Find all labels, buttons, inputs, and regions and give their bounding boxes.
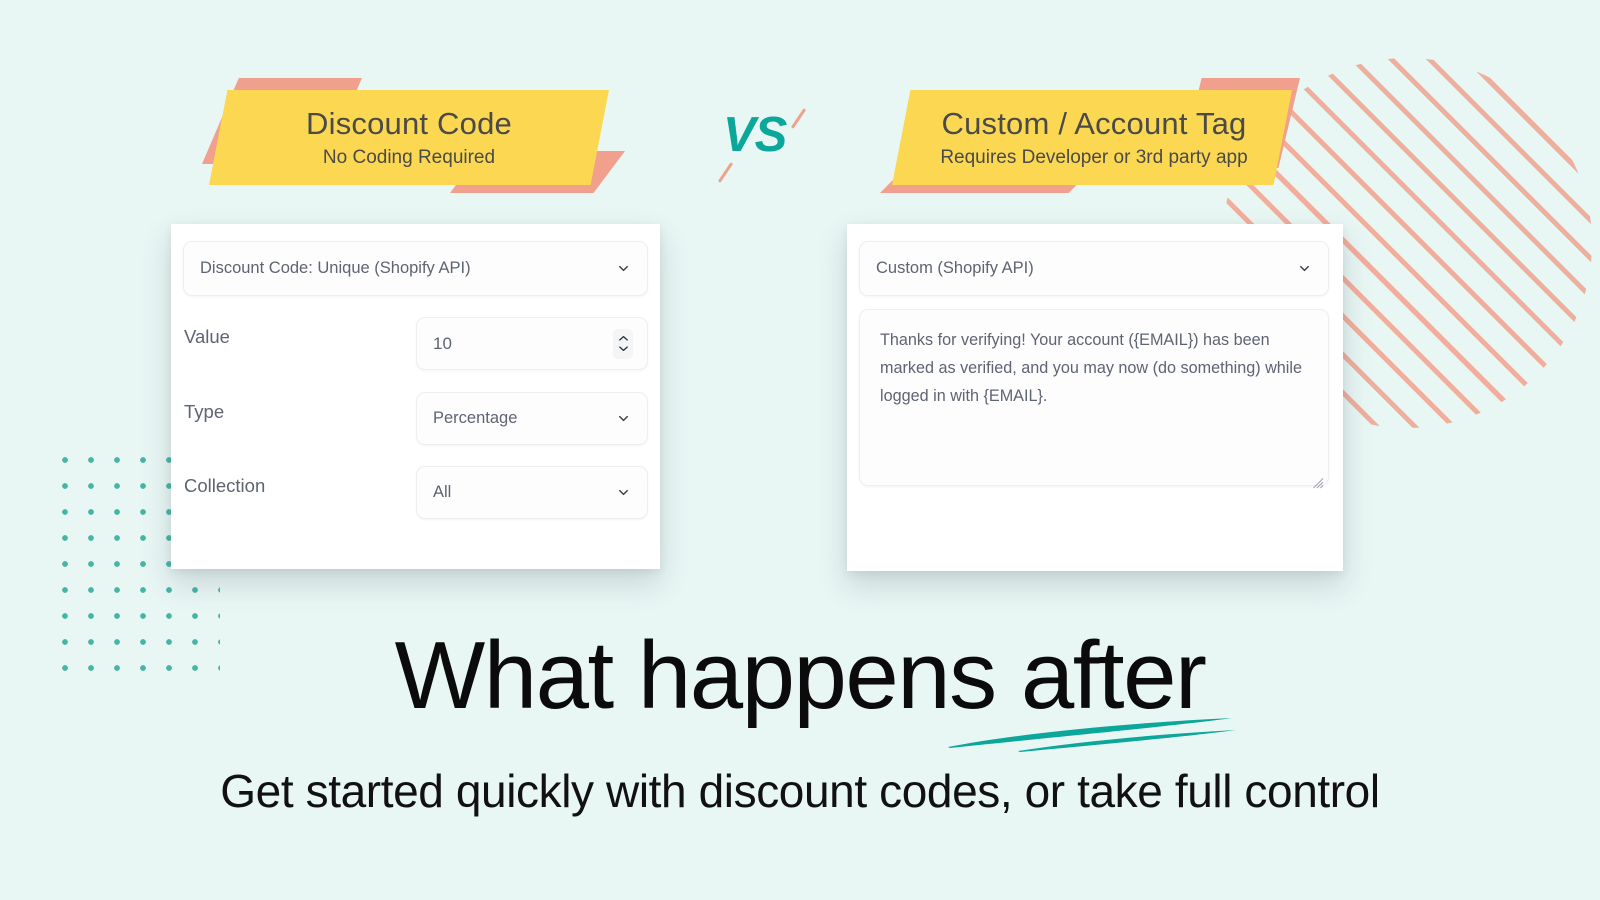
banner-right-title: Custom / Account Tag bbox=[941, 106, 1247, 142]
value-row-label: Value bbox=[184, 326, 230, 347]
collection-select[interactable]: All bbox=[416, 466, 648, 519]
banner-left-text: Discount Code No Coding Required bbox=[209, 90, 609, 185]
custom-message-textarea[interactable]: Thanks for verifying! Your account ({EMA… bbox=[859, 309, 1329, 489]
resize-handle-icon[interactable] bbox=[1312, 470, 1324, 489]
banner-left-title: Discount Code bbox=[306, 106, 512, 142]
discount-code-form-card: Discount Code: Unique (Shopify API) Valu… bbox=[171, 224, 660, 569]
custom-tag-form-card: Custom (Shopify API) Thanks for verifyin… bbox=[847, 224, 1343, 571]
chevron-down-icon bbox=[618, 346, 628, 352]
chevron-down-icon bbox=[1297, 261, 1312, 276]
collection-row-label: Collection bbox=[184, 475, 266, 496]
chevron-up-icon bbox=[618, 335, 628, 341]
promo-banner-canvas: Discount Code No Coding Required VS Cust… bbox=[0, 0, 1600, 900]
number-stepper[interactable] bbox=[613, 328, 633, 359]
banner-discount-code: Discount Code No Coding Required bbox=[195, 78, 625, 193]
collection-select-value: All bbox=[433, 483, 452, 501]
type-select-value: Percentage bbox=[433, 409, 518, 427]
value-number-input[interactable]: 10 bbox=[416, 317, 648, 370]
discount-method-select-value: Discount Code: Unique (Shopify API) bbox=[200, 259, 471, 277]
custom-method-select-value: Custom (Shopify API) bbox=[876, 259, 1034, 277]
value-number-input-value: 10 bbox=[433, 333, 452, 353]
type-select[interactable]: Percentage bbox=[416, 392, 648, 445]
chevron-down-icon bbox=[616, 411, 631, 426]
versus-tick-bottom-icon bbox=[717, 162, 734, 183]
chevron-down-icon bbox=[616, 485, 631, 500]
discount-method-select[interactable]: Discount Code: Unique (Shopify API) bbox=[183, 241, 648, 296]
chevron-down-icon bbox=[616, 261, 631, 276]
banner-custom-account-tag: Custom / Account Tag Requires Developer … bbox=[880, 78, 1300, 193]
custom-method-select[interactable]: Custom (Shopify API) bbox=[859, 241, 1329, 296]
banner-right-subtitle: Requires Developer or 3rd party app bbox=[940, 146, 1248, 168]
banner-left-subtitle: No Coding Required bbox=[322, 146, 496, 168]
versus-label: VS bbox=[723, 108, 787, 162]
custom-message-text: Thanks for verifying! Your account ({EMA… bbox=[880, 331, 1302, 406]
versus-tick-top-icon bbox=[790, 108, 807, 129]
page-headline: What happens after bbox=[394, 622, 1207, 729]
versus-badge: VS bbox=[705, 105, 815, 185]
type-row-label: Type bbox=[184, 401, 225, 422]
headline-underline-swoosh bbox=[948, 718, 1236, 752]
page-subheadline: Get started quickly with discount codes,… bbox=[220, 765, 1380, 817]
banner-right-text: Custom / Account Tag Requires Developer … bbox=[894, 90, 1294, 185]
